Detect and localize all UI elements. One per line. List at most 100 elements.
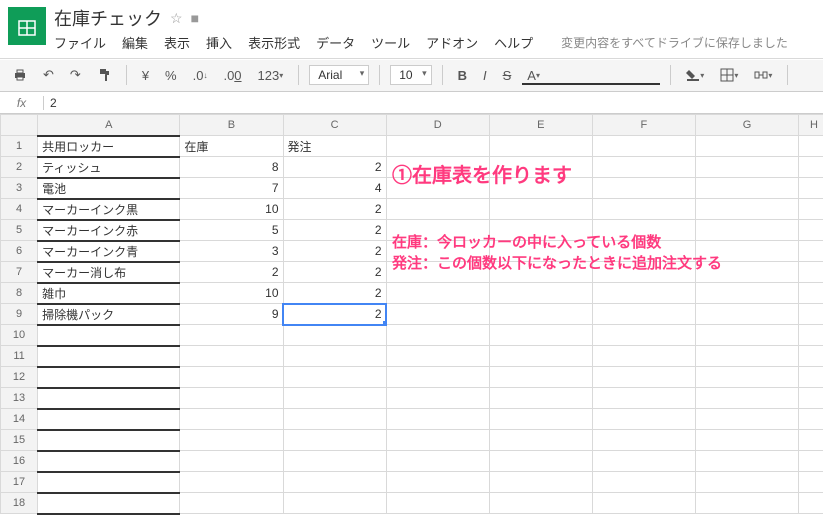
cell[interactable] (489, 283, 592, 304)
cell[interactable]: 4 (283, 178, 386, 199)
cell[interactable]: 10 (180, 199, 283, 220)
italic-button[interactable]: I (478, 65, 492, 86)
cell[interactable] (386, 325, 489, 346)
cell[interactable] (489, 409, 592, 430)
cell[interactable] (386, 409, 489, 430)
cell[interactable] (489, 367, 592, 388)
cell[interactable]: ティッシュ (38, 157, 180, 178)
cell[interactable] (799, 136, 823, 157)
cell[interactable] (799, 262, 823, 283)
cell[interactable] (489, 157, 592, 178)
decrease-decimal-button[interactable]: .0↓ (188, 65, 213, 86)
star-icon[interactable]: ☆ (170, 10, 183, 27)
cell[interactable] (38, 388, 180, 409)
cell[interactable] (180, 388, 283, 409)
row-header[interactable]: 15 (1, 430, 38, 451)
cell[interactable] (489, 430, 592, 451)
cell[interactable] (38, 346, 180, 367)
row-header[interactable]: 14 (1, 409, 38, 430)
cell[interactable]: 2 (283, 241, 386, 262)
cell[interactable] (386, 304, 489, 325)
cell[interactable]: 3 (180, 241, 283, 262)
cell[interactable] (592, 409, 695, 430)
row-header[interactable]: 11 (1, 346, 38, 367)
row-header[interactable]: 2 (1, 157, 38, 178)
cell[interactable] (489, 472, 592, 493)
row-header[interactable]: 9 (1, 304, 38, 325)
paint-format-icon[interactable] (92, 65, 116, 85)
cell[interactable] (695, 178, 798, 199)
cell[interactable] (489, 493, 592, 514)
cell[interactable] (283, 472, 386, 493)
cell[interactable] (386, 220, 489, 241)
cell[interactable]: 8 (180, 157, 283, 178)
cell[interactable] (180, 493, 283, 514)
cell[interactable] (799, 367, 823, 388)
cell[interactable] (695, 220, 798, 241)
cell[interactable] (592, 325, 695, 346)
row-header[interactable]: 13 (1, 388, 38, 409)
menu-data[interactable]: データ (316, 33, 355, 52)
cell[interactable] (386, 157, 489, 178)
cell[interactable]: 電池 (38, 178, 180, 199)
cell[interactable] (489, 262, 592, 283)
cell[interactable] (283, 325, 386, 346)
menu-format[interactable]: 表示形式 (248, 33, 300, 52)
cell[interactable]: マーカーインク黒 (38, 199, 180, 220)
cell[interactable]: 2 (283, 262, 386, 283)
cell[interactable]: 2 (283, 199, 386, 220)
cell[interactable] (386, 346, 489, 367)
cell[interactable] (799, 178, 823, 199)
cell[interactable]: 10 (180, 283, 283, 304)
cell[interactable] (799, 493, 823, 514)
cell[interactable] (489, 136, 592, 157)
cell[interactable] (799, 388, 823, 409)
cell[interactable] (38, 472, 180, 493)
cell[interactable] (386, 451, 489, 472)
cell[interactable] (695, 262, 798, 283)
cell[interactable] (695, 325, 798, 346)
text-color-button[interactable]: A (522, 65, 660, 85)
col-header-F[interactable]: F (592, 115, 695, 136)
cell[interactable] (489, 346, 592, 367)
currency-button[interactable]: ¥ (137, 65, 154, 86)
menu-tools[interactable]: ツール (371, 33, 410, 52)
cell[interactable] (386, 367, 489, 388)
cell[interactable] (592, 262, 695, 283)
cell[interactable] (799, 409, 823, 430)
row-header[interactable]: 10 (1, 325, 38, 346)
cell[interactable] (283, 346, 386, 367)
cell[interactable] (283, 388, 386, 409)
cell[interactable] (180, 367, 283, 388)
percent-button[interactable]: % (160, 65, 182, 86)
cell[interactable]: 掃除機パック (38, 304, 180, 325)
cell[interactable] (180, 472, 283, 493)
cell[interactable] (592, 241, 695, 262)
cell[interactable]: 2 (283, 304, 386, 325)
cell[interactable] (695, 409, 798, 430)
cell[interactable] (799, 199, 823, 220)
cell[interactable] (386, 241, 489, 262)
cell[interactable] (592, 451, 695, 472)
cell[interactable] (695, 388, 798, 409)
cell[interactable] (799, 241, 823, 262)
cell[interactable]: マーカーインク赤 (38, 220, 180, 241)
cell[interactable] (799, 451, 823, 472)
cell[interactable] (386, 430, 489, 451)
cell[interactable]: 2 (283, 220, 386, 241)
row-header[interactable]: 1 (1, 136, 38, 157)
row-header[interactable]: 5 (1, 220, 38, 241)
cell[interactable]: 雑巾 (38, 283, 180, 304)
borders-icon[interactable] (715, 65, 743, 85)
cell[interactable] (592, 178, 695, 199)
cell[interactable] (592, 472, 695, 493)
spreadsheet-grid[interactable]: ABCDEFGH1共用ロッカー在庫発注2ティッシュ823電池744マーカーインク… (0, 114, 823, 515)
cell[interactable] (695, 451, 798, 472)
cell[interactable] (799, 430, 823, 451)
cell[interactable] (489, 451, 592, 472)
cell[interactable] (695, 136, 798, 157)
cell[interactable] (695, 199, 798, 220)
fx-value[interactable]: 2 (44, 96, 57, 110)
cell[interactable] (386, 262, 489, 283)
bold-button[interactable]: B (453, 65, 472, 86)
